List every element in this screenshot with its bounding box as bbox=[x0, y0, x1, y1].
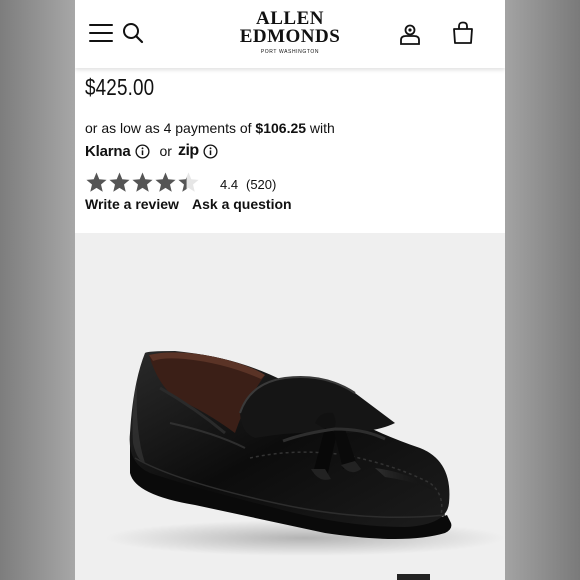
installments-text: or as low as 4 payments of $106.25 with bbox=[85, 120, 335, 136]
corner-indicator bbox=[397, 574, 430, 580]
rating-value: 4.4 bbox=[220, 177, 239, 192]
account-icon[interactable] bbox=[398, 22, 422, 46]
zip-label: zip bbox=[177, 142, 199, 159]
background-left bbox=[0, 0, 75, 580]
product-price: $425.00 bbox=[85, 74, 155, 100]
installment-amount: $106.25 bbox=[255, 120, 307, 136]
star-icon-full bbox=[155, 172, 176, 192]
write-review-link[interactable]: Write a review bbox=[85, 196, 179, 212]
star-icon-full bbox=[109, 172, 130, 192]
star-icon-full bbox=[86, 172, 107, 192]
search-icon[interactable] bbox=[122, 22, 144, 44]
loafer-shoe-image bbox=[105, 351, 505, 556]
menu-icon[interactable] bbox=[89, 24, 113, 42]
star-icon-partial bbox=[178, 172, 199, 192]
or-label: or bbox=[159, 143, 172, 159]
brand-logo[interactable]: ALLEN EDMONDS PORT WASHINGTON bbox=[215, 9, 365, 55]
star-rating[interactable] bbox=[85, 171, 200, 194]
installments-suffix: with bbox=[309, 120, 335, 136]
brand-name-line2: EDMONDS bbox=[239, 26, 341, 47]
zip-logo: zip bbox=[178, 142, 199, 160]
product-image[interactable] bbox=[75, 233, 505, 580]
installments-prefix: or as low as 4 payments of bbox=[85, 120, 252, 136]
review-count[interactable]: (520) bbox=[246, 177, 276, 192]
klarna-info-icon[interactable] bbox=[134, 143, 150, 159]
klarna-label: Klarna bbox=[85, 142, 131, 160]
ask-question-link[interactable]: Ask a question bbox=[192, 196, 292, 212]
mobile-page: ALLEN EDMONDS PORT WASHINGTON $425.00 or… bbox=[75, 0, 505, 580]
payment-options: Klarna or zip bbox=[85, 141, 218, 161]
site-header: ALLEN EDMONDS PORT WASHINGTON bbox=[75, 0, 505, 68]
background-right bbox=[505, 0, 580, 580]
shopping-bag-icon[interactable] bbox=[452, 21, 474, 45]
brand-tagline: PORT WASHINGTON bbox=[260, 49, 320, 55]
star-icon-full bbox=[132, 172, 153, 192]
zip-info-icon[interactable] bbox=[203, 143, 218, 159]
